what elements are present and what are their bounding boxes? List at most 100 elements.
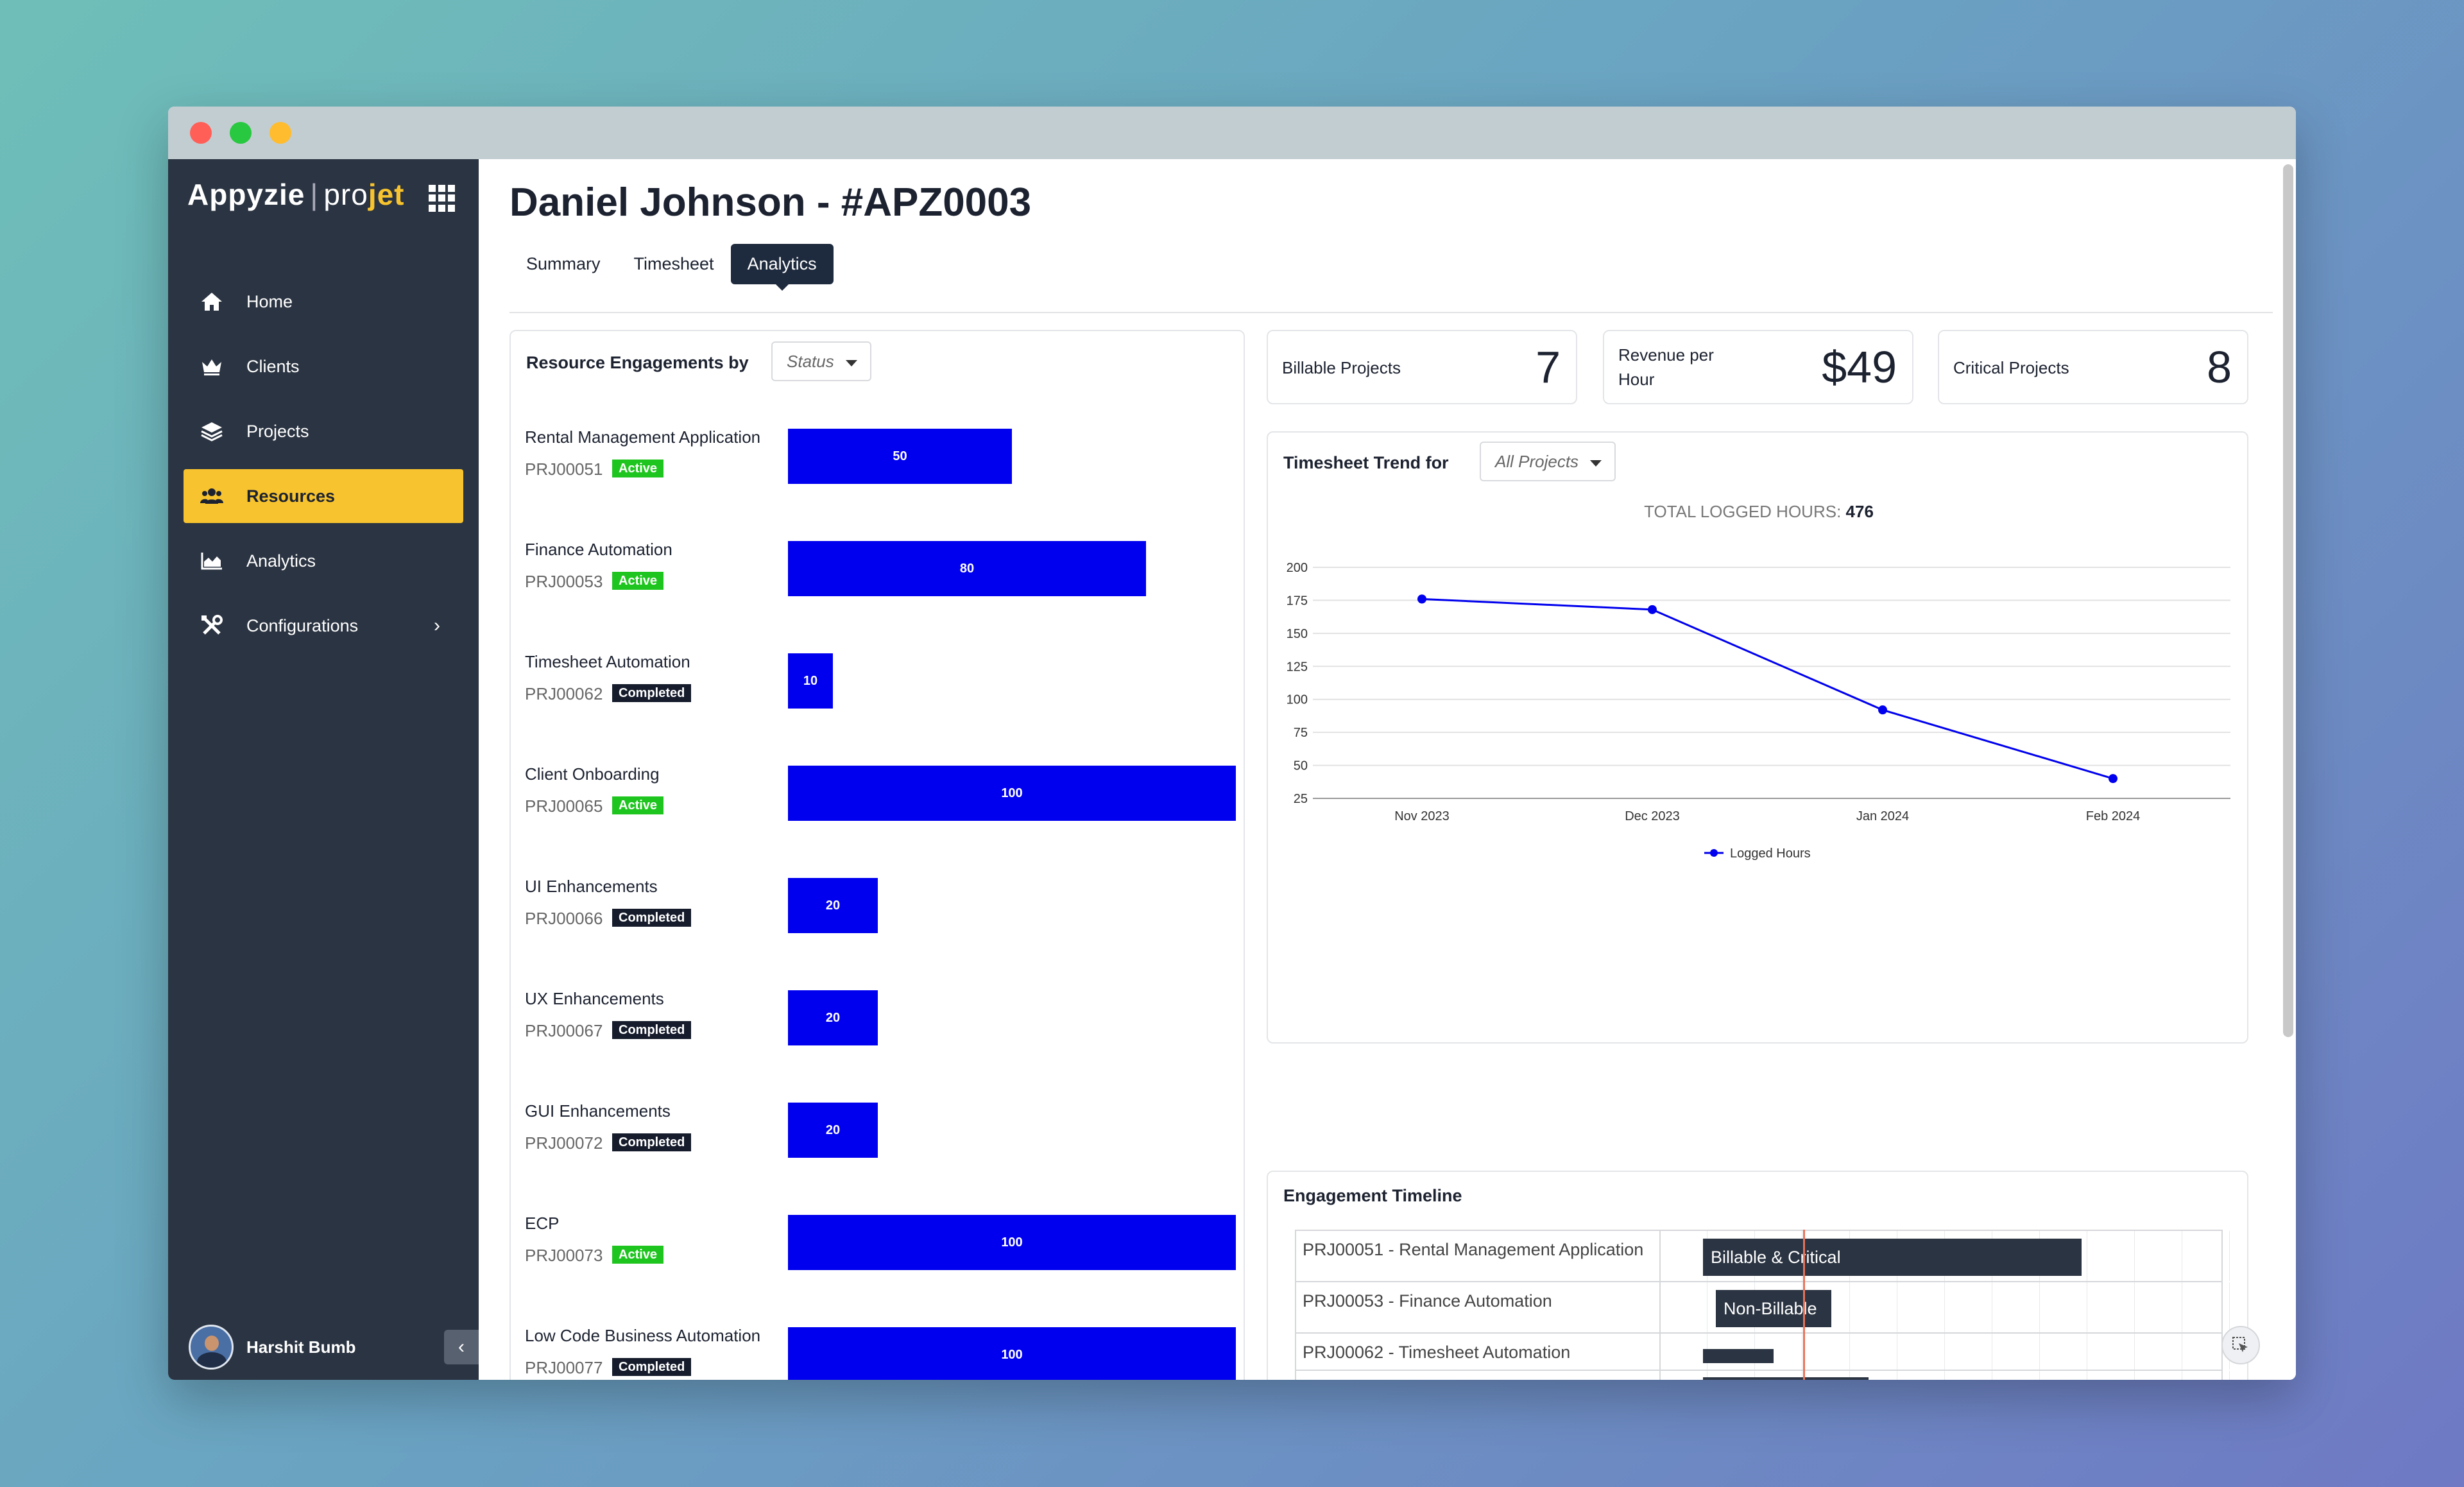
revenue-value: $49 xyxy=(1822,342,1897,392)
x-tick-label: Nov 2023 xyxy=(1394,809,1450,823)
maximize-window-button[interactable] xyxy=(270,122,291,144)
status-badge: Completed xyxy=(612,909,692,927)
engagement-project-id: PRJ00077 xyxy=(525,1358,603,1377)
status-filter-dropdown[interactable]: Status xyxy=(771,341,871,381)
y-tick-label: 75 xyxy=(1294,726,1308,740)
engagement-project-name: Low Code Business Automation xyxy=(525,1326,761,1345)
sidebar-item-resources[interactable]: Resources xyxy=(184,469,463,523)
engagement-row[interactable]: UI Enhancements PRJ00066 Completed 20 xyxy=(525,877,1244,947)
timeline-row-label: PRJ00062 - Timesheet Automation xyxy=(1303,1343,1571,1362)
minimize-window-button[interactable] xyxy=(230,122,252,144)
x-tick-label: Jan 2024 xyxy=(1856,809,1909,823)
sidebar-item-label: Clients xyxy=(246,356,300,376)
series-line-logged-hours xyxy=(1421,597,2114,780)
timeline-table: PRJ00051 - Rental Management Application… xyxy=(1295,1230,2230,1380)
status-badge: Active xyxy=(612,460,664,477)
engagement-project-name: Rental Management Application xyxy=(525,427,761,447)
title-bar xyxy=(168,107,2296,159)
cursor-select-icon xyxy=(2232,1337,2248,1352)
sidebar-item-projects[interactable]: Projects xyxy=(184,404,463,458)
engagement-project-name: Timesheet Automation xyxy=(525,652,690,671)
billable-projects-label: Billable Projects xyxy=(1282,358,1401,377)
engagement-project-id: PRJ00053 xyxy=(525,572,603,591)
engagement-row[interactable]: UX Enhancements PRJ00067 Completed 20 xyxy=(525,989,1244,1060)
timeline-bar[interactable]: Non-Billable xyxy=(1716,1290,1831,1327)
today-marker-line xyxy=(1803,1230,1805,1380)
engagement-row[interactable]: Timesheet Automation PRJ00062 Completed 10 xyxy=(525,652,1244,723)
caret-down-icon xyxy=(845,360,857,366)
project-filter-dropdown[interactable]: All Projects xyxy=(1480,442,1616,481)
timeline-grid-line xyxy=(2134,1282,2135,1332)
sidebar-item-home[interactable]: Home xyxy=(184,275,463,329)
sidebar-item-configurations[interactable]: Configurations › xyxy=(184,599,463,653)
data-point xyxy=(1648,605,1657,614)
tab-analytics[interactable]: Analytics xyxy=(730,244,834,291)
timeline-row-label: PRJ00051 - Rental Management Application xyxy=(1303,1240,1644,1259)
data-point xyxy=(1878,705,1887,715)
engagement-project-id: PRJ00051 xyxy=(525,460,603,479)
engagement-row[interactable]: ECP PRJ00073 Active 100 xyxy=(525,1214,1244,1284)
apps-grid-icon[interactable] xyxy=(429,185,456,212)
revenue-per-hour-card: Revenue per Hour $49 xyxy=(1603,330,1913,404)
timesheet-trend-chart: 25 50 75 100 125 150 175 200 Nov 2023 Dec 2023 Jan… xyxy=(1287,561,2230,861)
timeline-row[interactable]: PRJ00065 - Client OnboardingBillable & C… xyxy=(1296,1370,2230,1380)
status-badge: Active xyxy=(612,796,664,814)
engagement-bar: 20 xyxy=(788,990,878,1045)
y-tick-label: 150 xyxy=(1287,627,1308,641)
main-content: Daniel Johnson - #APZ0003 Summary Timesh… xyxy=(479,159,2296,1380)
engagement-row[interactable]: Finance Automation PRJ00053 Active 80 xyxy=(525,540,1244,610)
timeline-row[interactable]: PRJ00051 - Rental Management Application… xyxy=(1296,1230,2230,1281)
logo-pro: pro xyxy=(323,178,368,211)
trend-title: Timesheet Trend for xyxy=(1283,453,1449,472)
timeline-row[interactable]: PRJ00062 - Timesheet Automation xyxy=(1296,1332,2230,1370)
pointer-tool-button[interactable] xyxy=(2221,1326,2260,1364)
tab-timesheet[interactable]: Timesheet xyxy=(617,244,731,284)
avatar xyxy=(189,1325,234,1370)
y-tick-label: 125 xyxy=(1287,660,1308,674)
scrollbar[interactable] xyxy=(2283,164,2293,1037)
legend-marker xyxy=(1710,849,1718,857)
crown-icon xyxy=(199,354,225,379)
engagement-bar: 80 xyxy=(788,541,1146,596)
collapse-sidebar-button[interactable]: ‹ xyxy=(444,1330,479,1364)
revenue-label-line2: Hour xyxy=(1618,370,1655,389)
x-tick-label: Feb 2024 xyxy=(2086,809,2141,823)
close-window-button[interactable] xyxy=(190,122,212,144)
area-chart-icon xyxy=(199,548,225,574)
engagement-bar: 100 xyxy=(788,766,1236,821)
engagement-row[interactable]: Client Onboarding PRJ00065 Active 100 xyxy=(525,764,1244,835)
layers-icon xyxy=(199,418,225,444)
timeline-bar[interactable] xyxy=(1703,1349,1774,1363)
status-badge: Active xyxy=(612,1246,664,1264)
timeline-bar[interactable]: Billable & Critical xyxy=(1703,1239,2082,1276)
engagement-row[interactable]: Rental Management Application PRJ00051 Act… xyxy=(525,427,1244,498)
timeline-grid-line xyxy=(2229,1231,2230,1281)
timeline-grid-line xyxy=(2134,1371,2135,1380)
status-badge: Completed xyxy=(612,1358,692,1376)
engagements-title: Resource Engagements by xyxy=(526,353,749,372)
user-profile[interactable]: Harshit Bumb xyxy=(189,1325,355,1370)
engagement-project-name: Client Onboarding xyxy=(525,764,660,784)
engagement-project-id: PRJ00066 xyxy=(525,909,603,928)
engagement-row[interactable]: Low Code Business Automation PRJ00077 Comp… xyxy=(525,1326,1244,1380)
engagement-row[interactable]: GUI Enhancements PRJ00072 Completed 20 xyxy=(525,1101,1244,1172)
timeline-grid-line xyxy=(1944,1371,1945,1380)
tab-summary[interactable]: Summary xyxy=(509,244,617,284)
timesheet-trend-card: Timesheet Trend for All Projects TOTAL L… xyxy=(1267,431,2248,1044)
status-badge: Active xyxy=(612,572,664,590)
sidebar-item-analytics[interactable]: Analytics xyxy=(184,534,463,588)
timeline-grid-line xyxy=(1944,1334,1945,1370)
app-logo[interactable]: Appyzie | projet xyxy=(187,177,405,212)
page-title: Daniel Johnson - #APZ0003 xyxy=(509,180,1032,225)
timeline-row[interactable]: PRJ00053 - Finance Automation Non-Billabl… xyxy=(1296,1281,2230,1332)
engagement-bar: 20 xyxy=(788,878,878,933)
sidebar-item-clients[interactable]: Clients xyxy=(184,340,463,393)
app-window: Appyzie | projet Home Clients Projects R… xyxy=(168,107,2296,1380)
timeline-grid-line xyxy=(2039,1282,2040,1332)
critical-projects-label: Critical Projects xyxy=(1953,358,2069,377)
timeline-bar[interactable]: Billable & Critical xyxy=(1703,1377,1869,1380)
timeline-grid-line xyxy=(2134,1334,2135,1370)
logo-separator: | xyxy=(310,178,319,211)
engagement-project-name: ECP xyxy=(525,1214,560,1233)
sidebar-nav: Home Clients Projects Resources Analytic… xyxy=(184,275,463,664)
